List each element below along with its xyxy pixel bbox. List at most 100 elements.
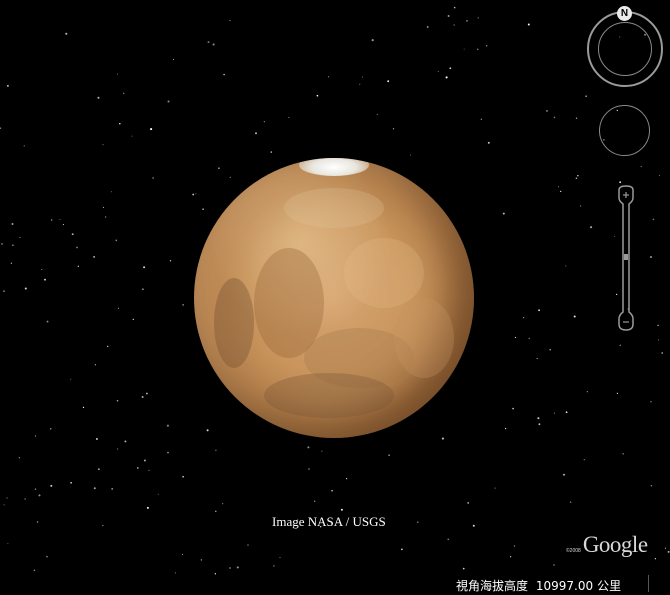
star — [577, 174, 579, 177]
star — [214, 573, 217, 575]
star — [536, 357, 538, 360]
star — [437, 71, 439, 72]
star — [223, 73, 225, 76]
star — [513, 545, 516, 547]
star — [575, 177, 578, 180]
star — [3, 290, 5, 292]
star — [445, 76, 448, 79]
star — [340, 508, 343, 511]
star — [327, 76, 330, 78]
star — [116, 399, 119, 402]
star — [553, 412, 555, 414]
star — [466, 20, 468, 22]
star — [34, 488, 37, 490]
star — [462, 567, 465, 570]
star — [410, 154, 412, 156]
north-up-button[interactable]: N — [617, 6, 632, 21]
star — [148, 469, 150, 471]
star — [152, 177, 154, 179]
star — [202, 208, 204, 211]
star — [562, 473, 566, 476]
star — [218, 167, 220, 170]
star — [667, 550, 670, 553]
star — [24, 287, 27, 290]
star — [522, 316, 525, 319]
star — [229, 567, 231, 569]
star — [117, 307, 119, 309]
navigation-controls: N — [585, 6, 665, 336]
star — [102, 144, 104, 146]
google-logo: ©2008Google — [566, 532, 648, 558]
eye-altitude-value: 10997.00 — [535, 579, 594, 593]
star — [509, 556, 512, 558]
star — [616, 392, 618, 394]
star — [62, 224, 64, 226]
move-joystick[interactable] — [599, 105, 650, 156]
star — [650, 485, 652, 487]
star — [502, 212, 505, 215]
star — [441, 437, 444, 440]
star — [527, 23, 530, 26]
star — [308, 468, 310, 470]
star — [553, 564, 555, 566]
star — [537, 417, 540, 420]
star — [279, 557, 281, 558]
star — [38, 494, 41, 497]
star — [331, 489, 333, 492]
star — [76, 246, 78, 249]
star — [77, 265, 79, 267]
star — [50, 484, 53, 487]
look-joystick-inner[interactable] — [598, 22, 652, 76]
star — [70, 378, 72, 380]
star — [247, 544, 249, 546]
logo-copyright: ©2008 — [566, 548, 581, 554]
star — [546, 110, 548, 112]
mars-globe[interactable] — [194, 158, 474, 438]
image-credit: Image NASA / USGS — [272, 514, 386, 529]
star — [477, 17, 479, 19]
star — [46, 320, 49, 323]
star — [273, 565, 275, 567]
star — [362, 76, 364, 78]
star — [549, 348, 552, 351]
star — [477, 48, 479, 50]
star — [485, 45, 488, 47]
star — [119, 122, 121, 125]
star — [447, 15, 450, 17]
star — [583, 459, 585, 461]
star — [167, 100, 170, 103]
eye-altitude-unit: 公里 — [597, 579, 622, 593]
star — [102, 206, 104, 208]
star — [661, 352, 663, 354]
star — [514, 336, 517, 339]
star — [453, 24, 455, 26]
star — [206, 429, 209, 432]
star — [371, 39, 374, 42]
star — [71, 233, 74, 236]
star — [657, 339, 660, 341]
star — [236, 566, 239, 569]
star — [359, 83, 361, 85]
star — [145, 392, 148, 395]
star — [195, 193, 197, 195]
star — [580, 205, 582, 207]
star — [664, 547, 667, 549]
zoom-slider[interactable] — [615, 184, 637, 332]
star — [3, 504, 5, 506]
star — [345, 477, 348, 480]
star — [388, 454, 390, 456]
star — [174, 572, 176, 574]
logo-wordmark: Google — [582, 532, 648, 557]
star — [23, 145, 25, 147]
star — [182, 476, 184, 478]
star — [50, 428, 52, 430]
globe-viewport[interactable]: Image NASA / USGS ©2008Google 視角海拔高度 109… — [0, 0, 670, 595]
star — [553, 116, 556, 119]
star — [447, 538, 450, 541]
star — [157, 493, 159, 495]
star — [512, 407, 514, 410]
star — [392, 128, 395, 130]
surface-feature — [344, 238, 424, 308]
star — [19, 237, 21, 238]
star — [117, 73, 118, 75]
